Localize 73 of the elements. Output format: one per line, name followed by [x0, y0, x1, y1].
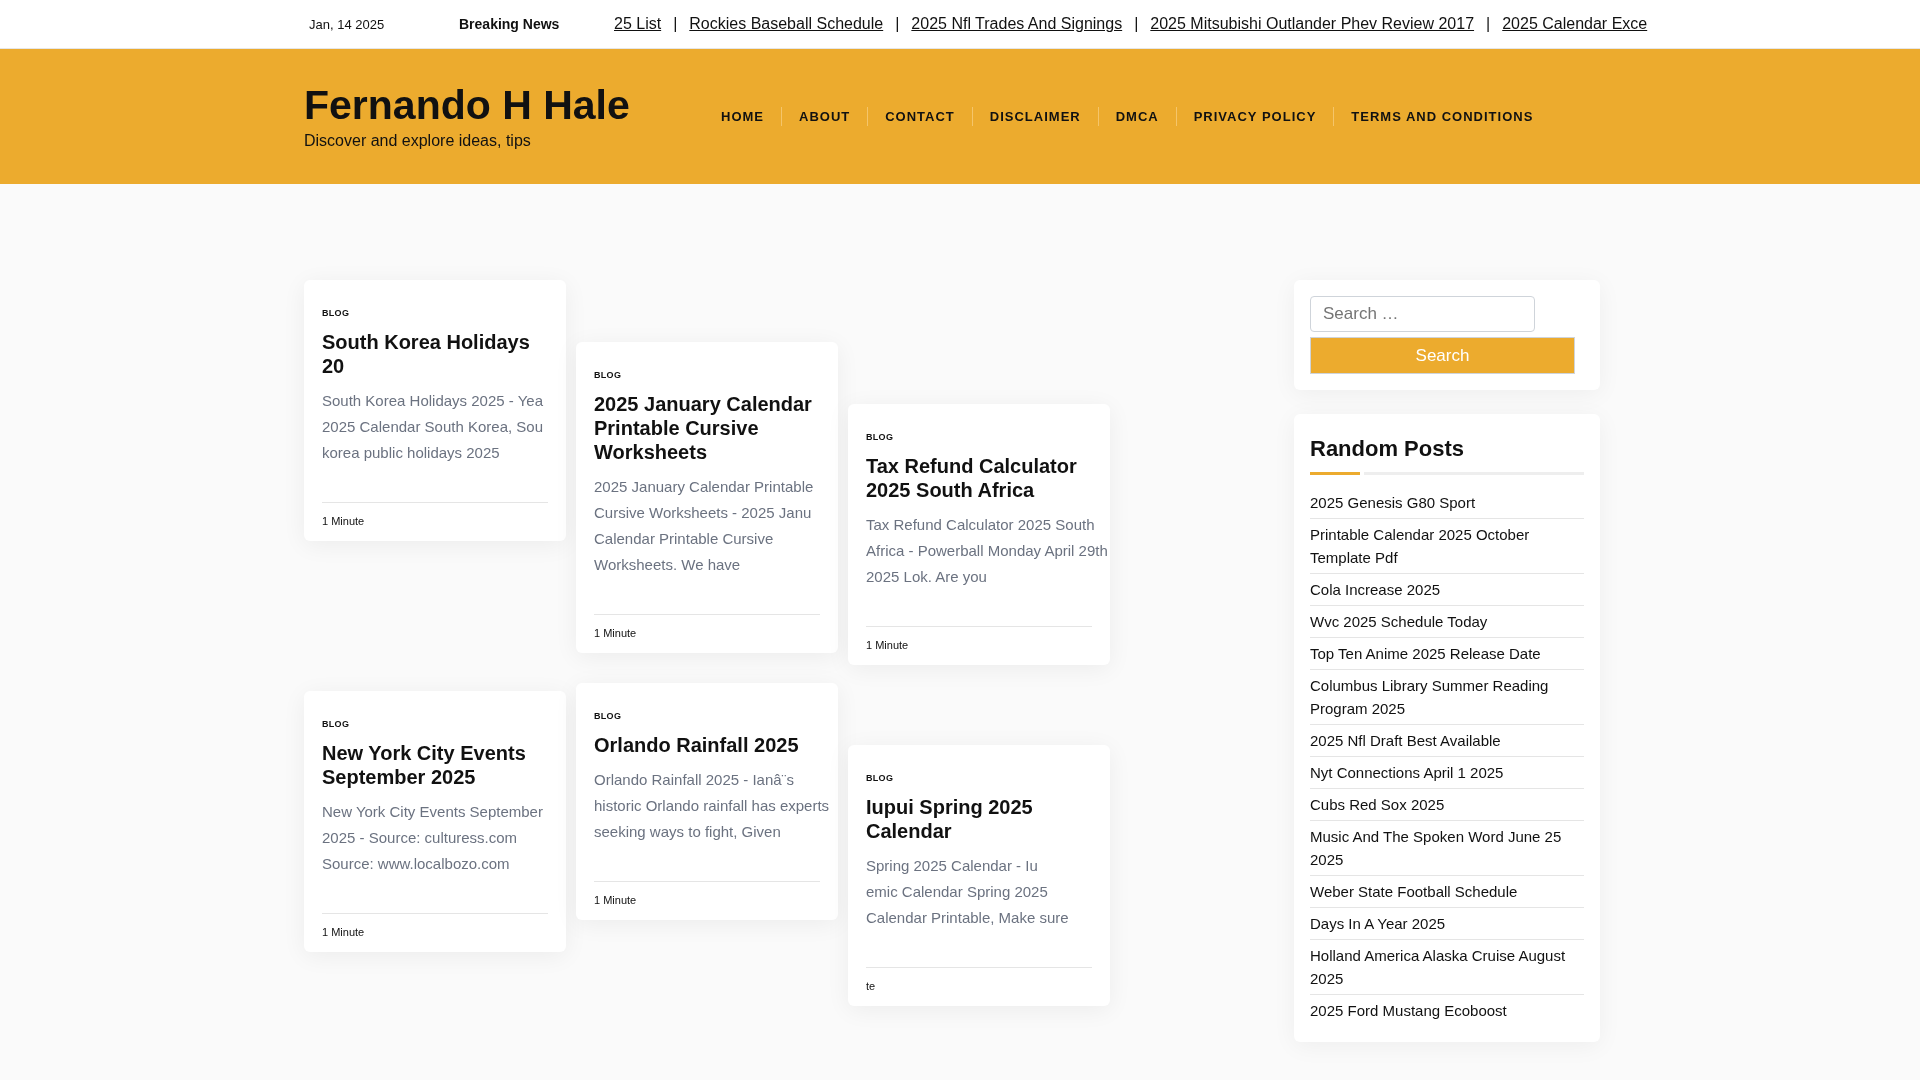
excerpt-text: Worksheets. We have: [594, 555, 741, 575]
post-link[interactable]: Cubs Red Sox 2025: [1310, 793, 1584, 816]
excerpt-text: Calendar Printable Cursive: [594, 529, 774, 549]
read-time: 1 Minute: [594, 627, 637, 639]
excerpt-text: Cursive Worksheets - 2025 Janu: [594, 503, 812, 523]
nav-link[interactable]: CONTACT: [867, 107, 972, 126]
category-link[interactable]: BLOG: [866, 432, 894, 442]
nav-link[interactable]: HOME: [704, 107, 781, 126]
separator-text: |: [673, 15, 678, 33]
breaking-news-label: Breaking News: [459, 16, 561, 32]
excerpt-text: South Korea Holidays 2025 - Yea: [322, 391, 543, 411]
category-link[interactable]: BLOG: [594, 370, 622, 380]
excerpt-text: seeking ways to fight, Given: [594, 822, 781, 842]
separator-text: |: [1486, 15, 1491, 33]
read-time: 1 Minute: [322, 926, 365, 938]
excerpt-text: 2025 Calendar South Korea, Sou: [322, 417, 543, 437]
nav-link[interactable]: DISCLAIMER: [971, 107, 1098, 126]
news-link[interactable]: 2025 Calendar Exce: [1502, 15, 1648, 33]
excerpt-text: 2025 January Calendar Printable: [594, 477, 814, 497]
news-link[interactable]: 2025 Nfl Trades And Signings: [911, 15, 1123, 33]
separator-text: |: [1134, 15, 1139, 33]
post-link[interactable]: Days In A Year 2025: [1310, 912, 1584, 935]
excerpt-text: Africa - Powerball Monday April 29th: [866, 541, 1108, 561]
search-field[interactable]: Search …: [1310, 296, 1535, 332]
post-link[interactable]: Nyt Connections April 1 2025: [1310, 761, 1584, 784]
read-time: 1 Minute: [866, 639, 909, 651]
excerpt-text: Calendar Printable, Make sure: [866, 908, 1069, 928]
news-link[interactable]: 2025 Mitsubishi Outlander Phev Review 2017: [1150, 15, 1475, 33]
post-title[interactable]: South Korea Holidays 20: [322, 330, 548, 378]
category-link[interactable]: BLOG: [322, 308, 350, 318]
post-title[interactable]: Tax Refund Calculator 2025 South Africa: [866, 454, 1092, 502]
post-link[interactable]: Cola Increase 2025: [1310, 578, 1584, 601]
excerpt-text: Source: www.localbozo.com: [322, 854, 510, 874]
excerpt-text: Orlando Rainfall 2025 - Ianâ¨s: [594, 770, 795, 790]
post-link[interactable]: Weber State Football Schedule: [1310, 880, 1584, 903]
excerpt-text: New York City Events September: [322, 802, 543, 822]
nav-link[interactable]: PRIVACY POLICY: [1175, 107, 1334, 126]
post-link[interactable]: Top Ten Anime 2025 Release Date: [1310, 642, 1584, 665]
excerpt-text: historic Orlando rainfall has experts: [594, 796, 830, 816]
post-link[interactable]: 2025 Nfl Draft Best Available: [1310, 729, 1584, 752]
post-title[interactable]: New York City Events September 2025: [322, 741, 548, 789]
category-link[interactable]: BLOG: [594, 711, 622, 721]
excerpt-text: korea public holidays 2025: [322, 443, 500, 463]
read-time: 1 Minute: [322, 515, 365, 527]
post-link[interactable]: 2025 Ford Mustang Ecoboost: [1310, 999, 1584, 1022]
category-link[interactable]: BLOG: [866, 773, 894, 783]
site-tagline: Discover and explore ideas, tips: [304, 132, 532, 151]
post-link[interactable]: Holland America Alaska Cruise August 2025: [1310, 944, 1584, 990]
nav-link[interactable]: DMCA: [1097, 107, 1176, 126]
read-time: te: [866, 980, 876, 992]
post-title[interactable]: Orlando Rainfall 2025: [594, 733, 820, 757]
excerpt-text: Tax Refund Calculator 2025 South: [866, 515, 1095, 535]
post-link[interactable]: Columbus Library Summer Reading Program 2025: [1310, 674, 1584, 720]
widget-title: Random Posts: [1310, 436, 1466, 462]
excerpt-text: emic Calendar Spring 2025: [866, 882, 1048, 902]
category-link[interactable]: BLOG: [322, 719, 350, 729]
separator-text: |: [895, 15, 900, 33]
nav-link[interactable]: ABOUT: [781, 107, 868, 126]
read-time: 1 Minute: [594, 894, 637, 906]
excerpt-text: Spring 2025 Calendar - Iu: [866, 856, 1038, 876]
nav-link[interactable]: TERMS AND CONDITIONS: [1333, 107, 1551, 126]
date-text: Jan, 14 2025: [309, 16, 386, 32]
excerpt-text: 2025 Lok. Are you: [866, 567, 987, 587]
post-title[interactable]: 2025 January Calendar Printable Cursive Worksheets: [594, 392, 820, 464]
news-link[interactable]: Rockies Baseball Schedule: [689, 15, 884, 33]
site-title[interactable]: Fernando H Hale: [304, 82, 704, 129]
excerpt-text: 2025 - Source: culturess.com: [322, 828, 518, 848]
post-link[interactable]: 2025 Genesis G80 Sport: [1310, 491, 1584, 514]
post-title[interactable]: Iupui Spring 2025 Calendar: [866, 795, 1092, 843]
news-link[interactable]: 25 List: [614, 15, 662, 33]
post-link[interactable]: Music And The Spoken Word June 25 2025: [1310, 825, 1584, 871]
post-link[interactable]: Wvc 2025 Schedule Today: [1310, 610, 1584, 633]
post-link[interactable]: Printable Calendar 2025 October Template Pdf: [1310, 523, 1584, 569]
